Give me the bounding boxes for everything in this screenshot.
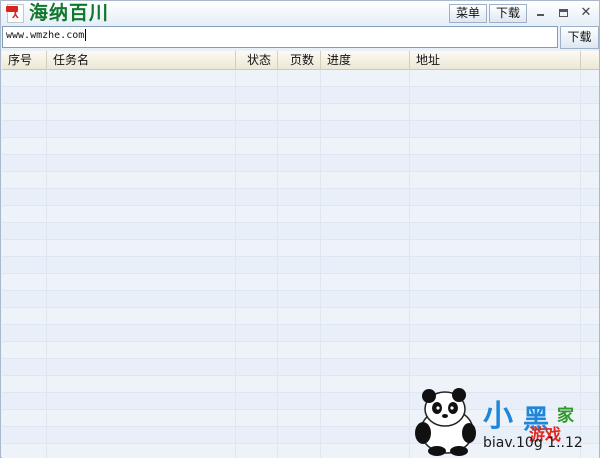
empty-table-row — [2, 189, 599, 206]
empty-table-row — [2, 291, 599, 308]
minimize-button[interactable] — [533, 5, 549, 21]
column-header-status[interactable]: 状态 — [236, 51, 278, 70]
menu-button[interactable]: 菜单 — [449, 4, 487, 23]
empty-table-row — [2, 206, 599, 223]
empty-table-row — [2, 325, 599, 342]
empty-table-row — [2, 308, 599, 325]
title-bar[interactable]: ⅄ 海纳百川 菜单 下载 ✕ — [1, 1, 599, 25]
empty-table-row — [2, 359, 599, 376]
site-watermark: 小 黑 家 游戏 biav.10g 1..12 — [409, 387, 599, 457]
url-input[interactable]: www.wmzhe.com — [2, 26, 558, 48]
empty-table-row — [2, 172, 599, 189]
column-header-index[interactable]: 序号 — [2, 51, 47, 70]
watermark-url: biav.10g 1..12 — [483, 435, 583, 451]
minimize-icon — [537, 14, 544, 16]
empty-table-row — [2, 138, 599, 155]
empty-table-row — [2, 121, 599, 138]
column-header-task-name[interactable]: 任务名 — [47, 51, 236, 70]
column-header-progress[interactable]: 进度 — [321, 51, 410, 70]
empty-table-row — [2, 274, 599, 291]
empty-table-row — [2, 342, 599, 359]
close-icon: ✕ — [580, 5, 592, 20]
empty-table-row — [2, 104, 599, 121]
download-button[interactable]: 下载 — [560, 26, 599, 49]
empty-table-row — [2, 87, 599, 104]
url-input-value: www.wmzhe.com — [6, 30, 85, 41]
app-title: 海纳百川 — [29, 2, 110, 24]
table-header: 序号 任务名 状态 页数 进度 地址 — [2, 51, 599, 70]
maximize-icon — [559, 9, 568, 17]
watermark-char-1: 小 — [483, 399, 513, 434]
pdf-app-icon: ⅄ — [6, 4, 24, 23]
pdf-glyph-icon: ⅄ — [12, 11, 19, 21]
column-header-pages[interactable]: 页数 — [278, 51, 321, 70]
empty-table-row — [2, 223, 599, 240]
column-header-address[interactable]: 地址 — [410, 51, 581, 70]
panda-mascot-icon — [415, 388, 476, 456]
column-divider — [235, 70, 236, 458]
column-divider — [46, 70, 47, 458]
empty-table-row — [2, 155, 599, 172]
column-divider — [277, 70, 278, 458]
app-window: ⅄ 海纳百川 菜单 下载 ✕ www.wmzhe.com 下载 序号 任务名 状… — [0, 0, 600, 458]
empty-table-row — [2, 257, 599, 274]
download-tab-button[interactable]: 下载 — [489, 4, 527, 23]
close-button[interactable]: ✕ — [578, 5, 594, 21]
column-divider — [320, 70, 321, 458]
empty-table-row — [2, 70, 599, 87]
column-header-filler — [581, 51, 599, 70]
empty-table-row — [2, 240, 599, 257]
text-caret — [85, 29, 87, 41]
maximize-button[interactable] — [556, 5, 572, 21]
